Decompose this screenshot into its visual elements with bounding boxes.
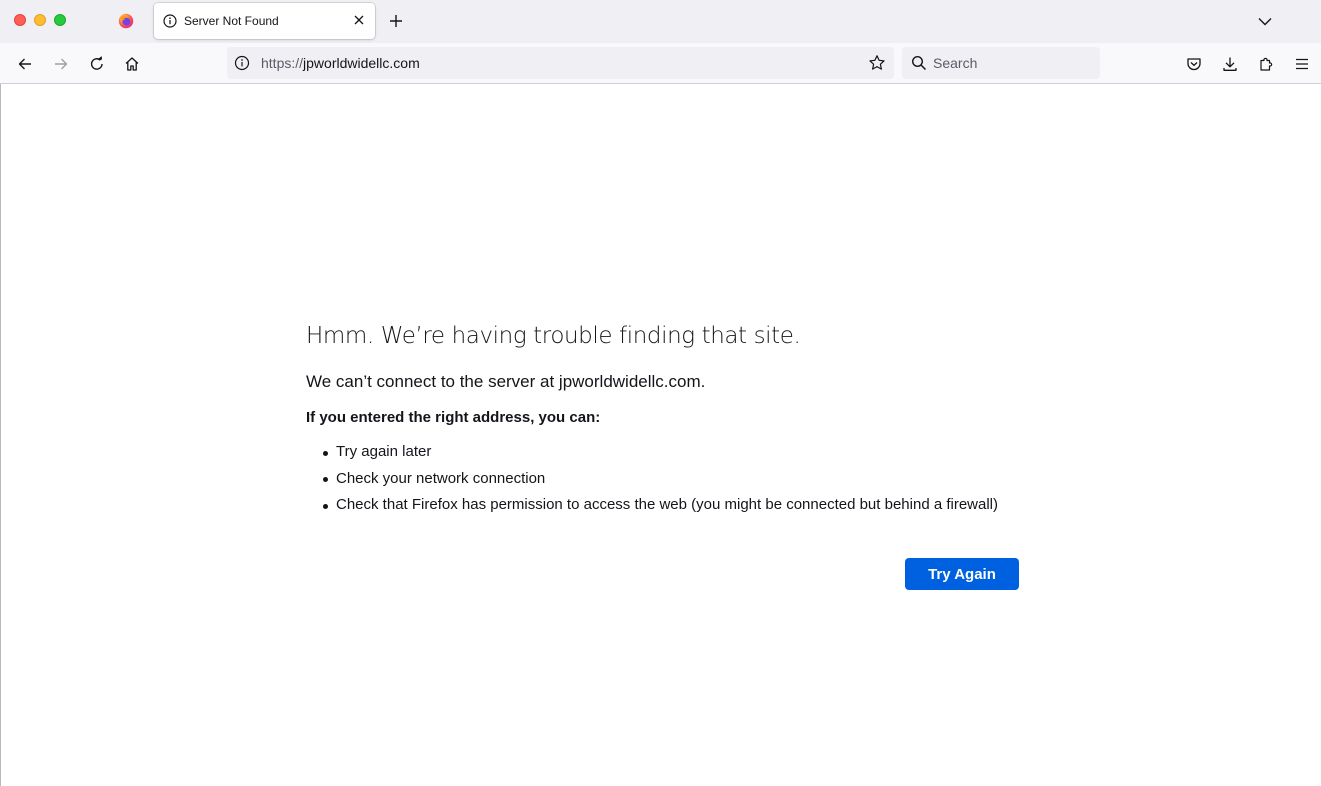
search-bar[interactable]: Search [902, 47, 1100, 79]
close-icon [354, 15, 364, 25]
url-bar[interactable]: https://jpworldwidellc.com [227, 47, 894, 79]
new-tab-button[interactable] [385, 10, 407, 32]
list-all-tabs-button[interactable] [1255, 11, 1275, 31]
pinned-tab-firefox[interactable] [110, 6, 142, 36]
reload-button[interactable] [84, 51, 110, 77]
page-content: Hmm. We’re having trouble finding that s… [0, 84, 1321, 786]
reload-icon [90, 56, 103, 70]
error-title: Hmm. We’re having trouble finding that s… [306, 323, 801, 349]
chevron-down-icon [1258, 17, 1272, 25]
plus-icon [390, 15, 402, 27]
info-icon [163, 14, 177, 28]
search-icon [911, 55, 927, 71]
error-hint: If you entered the right address, you ca… [306, 409, 601, 426]
tab-close-button[interactable] [351, 12, 367, 28]
downloads-button[interactable] [1217, 51, 1243, 77]
minimize-window-button[interactable] [34, 14, 46, 26]
close-window-button[interactable] [14, 14, 26, 26]
try-again-button[interactable]: Try Again [905, 558, 1019, 590]
suggestion-list: Try again later Check your network conne… [306, 439, 1026, 519]
url-text[interactable]: https://jpworldwidellc.com [261, 55, 420, 71]
firefox-icon [118, 13, 134, 29]
tab-title: Server Not Found [184, 14, 279, 28]
tab-server-not-found[interactable]: Server Not Found [154, 3, 375, 39]
home-button[interactable] [119, 51, 145, 77]
url-scheme: https:// [261, 55, 304, 71]
pocket-button[interactable] [1181, 51, 1207, 77]
back-button[interactable] [12, 51, 38, 77]
extensions-button[interactable] [1253, 51, 1279, 77]
error-container: Hmm. We’re having trouble finding that s… [306, 323, 1026, 519]
star-icon[interactable] [868, 54, 886, 72]
extensions-icon [1260, 57, 1273, 71]
tab-strip: Server Not Found [0, 0, 1321, 43]
forward-icon [55, 58, 68, 70]
list-item: Check your network connection [306, 466, 1026, 493]
forward-button[interactable] [48, 51, 74, 77]
error-description: We can’t connect to the server at jpworl… [306, 372, 706, 391]
menu-icon [1296, 58, 1308, 70]
search-placeholder: Search [933, 55, 978, 71]
home-icon [125, 57, 139, 71]
pocket-icon [1187, 58, 1201, 71]
download-icon [1223, 57, 1237, 71]
zoom-window-button[interactable] [54, 14, 66, 26]
list-item: Try again later [306, 439, 1026, 466]
navigation-toolbar: https://jpworldwidellc.com Search [0, 43, 1321, 84]
site-info-icon[interactable] [234, 55, 250, 71]
app-menu-button[interactable] [1289, 51, 1315, 77]
url-host: jpworldwidellc.com [303, 55, 420, 71]
list-item: Check that Firefox has permission to acc… [306, 492, 1026, 519]
back-icon [18, 58, 31, 70]
